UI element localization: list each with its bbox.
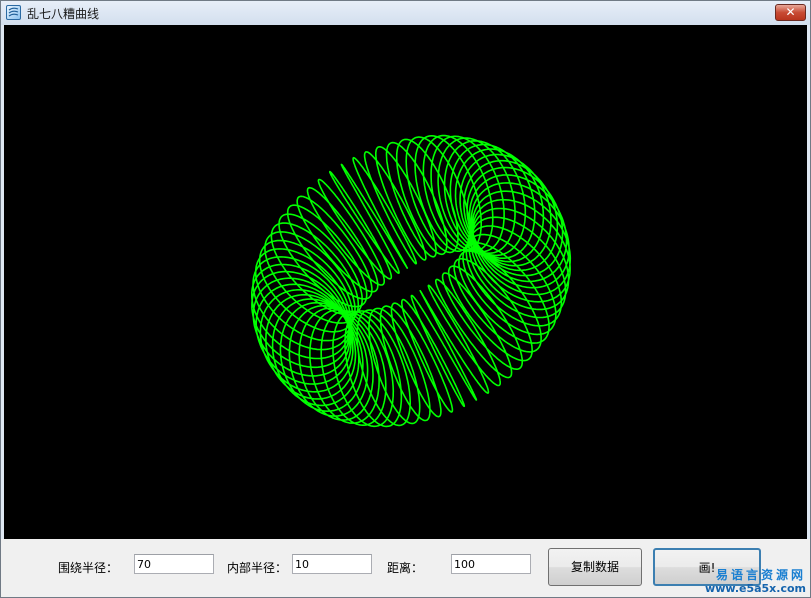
green-curve [251, 134, 572, 428]
close-button[interactable]: ✕ [775, 4, 806, 21]
inner-radius-label: 内部半径： [227, 561, 288, 575]
watermark-url: www.e5a5x.com [705, 582, 806, 595]
inner-radius-input[interactable] [292, 554, 372, 574]
distance-label: 距离： [387, 561, 424, 575]
title-bar[interactable]: 乱七八糟曲线 ✕ [1, 1, 810, 25]
watermark-site-name: 易语言资源网 [715, 568, 806, 582]
app-window: 乱七八糟曲线 ✕ 围绕半径： 内部半径： 距离： 复制数据 画! 易语言资源网 … [0, 0, 811, 598]
distance-input[interactable] [451, 554, 531, 574]
copy-data-button[interactable]: 复制数据 [548, 548, 642, 586]
close-icon: ✕ [785, 5, 796, 19]
window-title: 乱七八糟曲线 [27, 7, 100, 21]
control-panel: 围绕半径： 内部半径： 距离： 复制数据 画! 易语言资源网 www.e5a5x… [1, 539, 810, 597]
app-logo-icon [6, 5, 21, 20]
watermark: 易语言资源网 www.e5a5x.com [705, 568, 806, 596]
drawing-canvas [4, 25, 807, 539]
outer-radius-input[interactable] [134, 554, 214, 574]
outer-radius-label: 围绕半径： [58, 561, 119, 575]
